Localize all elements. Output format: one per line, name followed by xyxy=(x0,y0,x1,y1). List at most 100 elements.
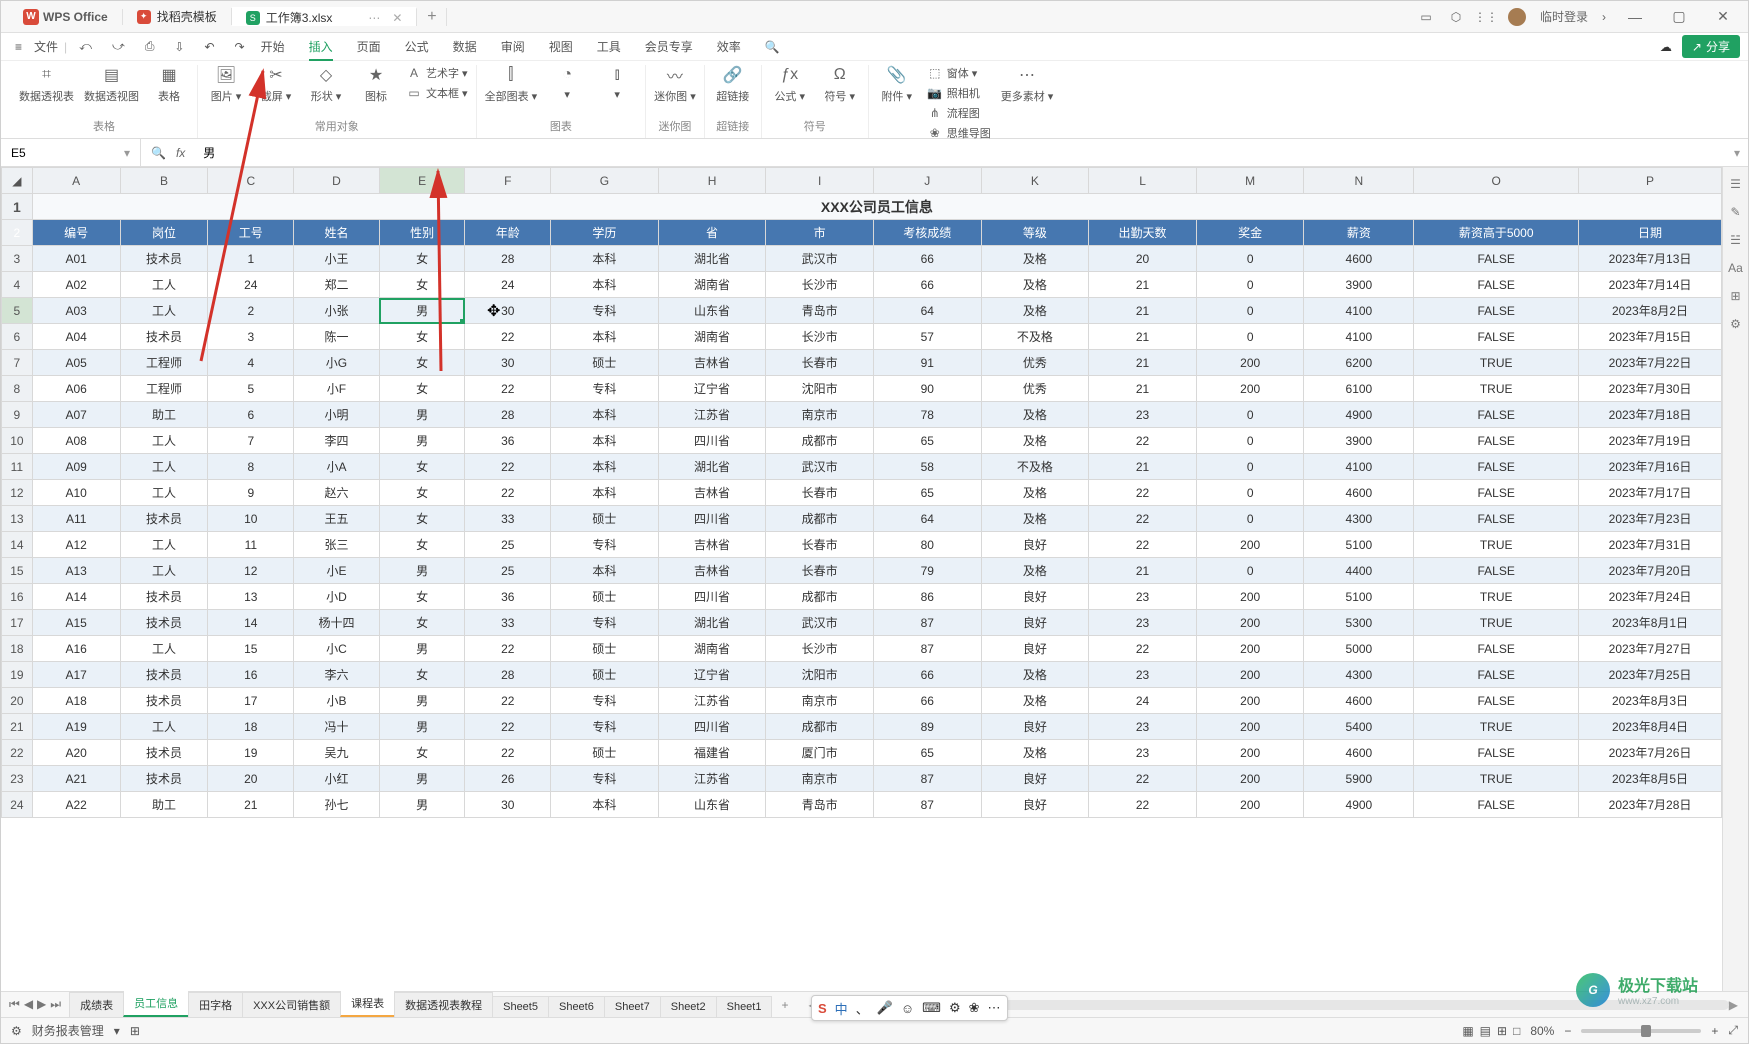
column-header-cell[interactable]: 姓名 xyxy=(294,220,380,246)
cell-E7[interactable]: 女 xyxy=(379,350,465,376)
row-header-18[interactable]: 18 xyxy=(2,636,33,662)
cell-E21[interactable]: 男 xyxy=(379,714,465,740)
cell-A19[interactable]: A17 xyxy=(32,662,120,688)
cell-L19[interactable]: 23 xyxy=(1089,662,1197,688)
cell-K6[interactable]: 不及格 xyxy=(981,324,1089,350)
ribbon-数据透视表[interactable]: ⌗数据透视表 xyxy=(19,65,74,104)
ribbon-符号 ▾[interactable]: Ω符号 ▾ xyxy=(820,65,860,104)
cell-J11[interactable]: 58 xyxy=(873,454,981,480)
cell-F11[interactable]: 22 xyxy=(465,454,551,480)
row-header-17[interactable]: 17 xyxy=(2,610,33,636)
cell-I8[interactable]: 沈阳市 xyxy=(766,376,874,402)
cell-B5[interactable]: 工人 xyxy=(120,298,208,324)
cell-F9[interactable]: 28 xyxy=(465,402,551,428)
cell-K14[interactable]: 良好 xyxy=(981,532,1089,558)
login-caret-icon[interactable]: › xyxy=(1602,10,1606,24)
side-tool-5[interactable]: ⚙ xyxy=(1730,317,1741,331)
cell-F3[interactable]: 28 xyxy=(465,246,551,272)
cell-O9[interactable]: FALSE xyxy=(1414,402,1579,428)
tab-menu-icon[interactable]: ⋯ xyxy=(368,11,380,25)
cell-P5[interactable]: 2023年8月2日 xyxy=(1579,298,1722,324)
cell-P23[interactable]: 2023年8月5日 xyxy=(1579,766,1722,792)
cell-F16[interactable]: 36 xyxy=(465,584,551,610)
cell-G24[interactable]: 本科 xyxy=(551,792,659,818)
cell-K4[interactable]: 及格 xyxy=(981,272,1089,298)
cell-C5[interactable]: 2 xyxy=(208,298,294,324)
ime-item-4[interactable]: ☺ xyxy=(901,1001,914,1016)
row-header-3[interactable]: 3 xyxy=(2,246,33,272)
cell-G9[interactable]: 本科 xyxy=(551,402,659,428)
column-header-cell[interactable]: 薪资高于5000 xyxy=(1414,220,1579,246)
cell-F18[interactable]: 22 xyxy=(465,636,551,662)
tab-close-icon[interactable]: ✕ xyxy=(392,11,402,25)
cell-I5[interactable]: 青岛市 xyxy=(766,298,874,324)
ribbon-图标[interactable]: ★图标 xyxy=(356,65,396,104)
menu-tab-插入[interactable]: 插入 xyxy=(309,38,333,55)
cell-H3[interactable]: 湖北省 xyxy=(658,246,766,272)
cell-C17[interactable]: 14 xyxy=(208,610,294,636)
cell-I24[interactable]: 青岛市 xyxy=(766,792,874,818)
cell-H6[interactable]: 湖南省 xyxy=(658,324,766,350)
spreadsheet-grid[interactable]: ◢ABCDEFGHIJKLMNOP1XXX公司员工信息2编号岗位工号姓名性别年龄… xyxy=(1,167,1722,818)
column-header-cell[interactable]: 市 xyxy=(766,220,874,246)
cell-J9[interactable]: 78 xyxy=(873,402,981,428)
cell-L11[interactable]: 21 xyxy=(1089,454,1197,480)
cell-L24[interactable]: 22 xyxy=(1089,792,1197,818)
cell-B17[interactable]: 技术员 xyxy=(120,610,208,636)
sheet-tab-Sheet7[interactable]: Sheet7 xyxy=(604,996,661,1017)
ribbon-窗体 ▾[interactable]: ⬚窗体 ▾ xyxy=(927,65,991,81)
cell-H7[interactable]: 吉林省 xyxy=(658,350,766,376)
cell-D22[interactable]: 吴九 xyxy=(294,740,380,766)
cell-A24[interactable]: A22 xyxy=(32,792,120,818)
cell-B6[interactable]: 技术员 xyxy=(120,324,208,350)
cell-P8[interactable]: 2023年7月30日 xyxy=(1579,376,1722,402)
cell-I7[interactable]: 长春市 xyxy=(766,350,874,376)
cell-F8[interactable]: 22 xyxy=(465,376,551,402)
cell-C20[interactable]: 17 xyxy=(208,688,294,714)
cell-K15[interactable]: 及格 xyxy=(981,558,1089,584)
cell-N11[interactable]: 4100 xyxy=(1304,454,1414,480)
row-header-22[interactable]: 22 xyxy=(2,740,33,766)
cell-B14[interactable]: 工人 xyxy=(120,532,208,558)
side-tool-0[interactable]: ☰ xyxy=(1730,177,1741,191)
column-header-cell[interactable]: 考核成绩 xyxy=(873,220,981,246)
toolbar-icon-3[interactable]: ⋮⋮ xyxy=(1478,9,1494,25)
cell-H11[interactable]: 湖北省 xyxy=(658,454,766,480)
cell-A11[interactable]: A09 xyxy=(32,454,120,480)
cell-M23[interactable]: 200 xyxy=(1196,766,1304,792)
cell-F5[interactable]: 30 xyxy=(465,298,551,324)
sheet-tab-XXX公司销售额[interactable]: XXX公司销售额 xyxy=(242,992,341,1017)
sheet-tab-成绩表[interactable]: 成绩表 xyxy=(69,992,124,1017)
cell-M15[interactable]: 0 xyxy=(1196,558,1304,584)
col-header-G[interactable]: G xyxy=(551,168,659,194)
ime-item-5[interactable]: ⌨ xyxy=(922,1000,941,1016)
cell-H10[interactable]: 四川省 xyxy=(658,428,766,454)
cell-A12[interactable]: A10 xyxy=(32,480,120,506)
cell-G18[interactable]: 硕士 xyxy=(551,636,659,662)
cell-H22[interactable]: 福建省 xyxy=(658,740,766,766)
cell-B20[interactable]: 技术员 xyxy=(120,688,208,714)
cell-M20[interactable]: 200 xyxy=(1196,688,1304,714)
cell-J3[interactable]: 66 xyxy=(873,246,981,272)
cell-M8[interactable]: 200 xyxy=(1196,376,1304,402)
cell-M3[interactable]: 0 xyxy=(1196,246,1304,272)
cell-O12[interactable]: FALSE xyxy=(1414,480,1579,506)
cell-M9[interactable]: 0 xyxy=(1196,402,1304,428)
cell-C9[interactable]: 6 xyxy=(208,402,294,428)
cell-K22[interactable]: 及格 xyxy=(981,740,1089,766)
cell-P14[interactable]: 2023年7月31日 xyxy=(1579,532,1722,558)
toolbar-icon-1[interactable]: ▭ xyxy=(1418,9,1434,25)
cell-H9[interactable]: 江苏省 xyxy=(658,402,766,428)
cell-P6[interactable]: 2023年7月15日 xyxy=(1579,324,1722,350)
cell-O13[interactable]: FALSE xyxy=(1414,506,1579,532)
col-header-K[interactable]: K xyxy=(981,168,1089,194)
cell-K7[interactable]: 优秀 xyxy=(981,350,1089,376)
cell-N15[interactable]: 4400 xyxy=(1304,558,1414,584)
zoom-lens-icon[interactable]: 🔍 xyxy=(151,146,166,160)
cell-L12[interactable]: 22 xyxy=(1089,480,1197,506)
cell-I20[interactable]: 南京市 xyxy=(766,688,874,714)
cell-I23[interactable]: 南京市 xyxy=(766,766,874,792)
column-header-cell[interactable]: 编号 xyxy=(32,220,120,246)
cell-L18[interactable]: 22 xyxy=(1089,636,1197,662)
col-header-L[interactable]: L xyxy=(1089,168,1197,194)
